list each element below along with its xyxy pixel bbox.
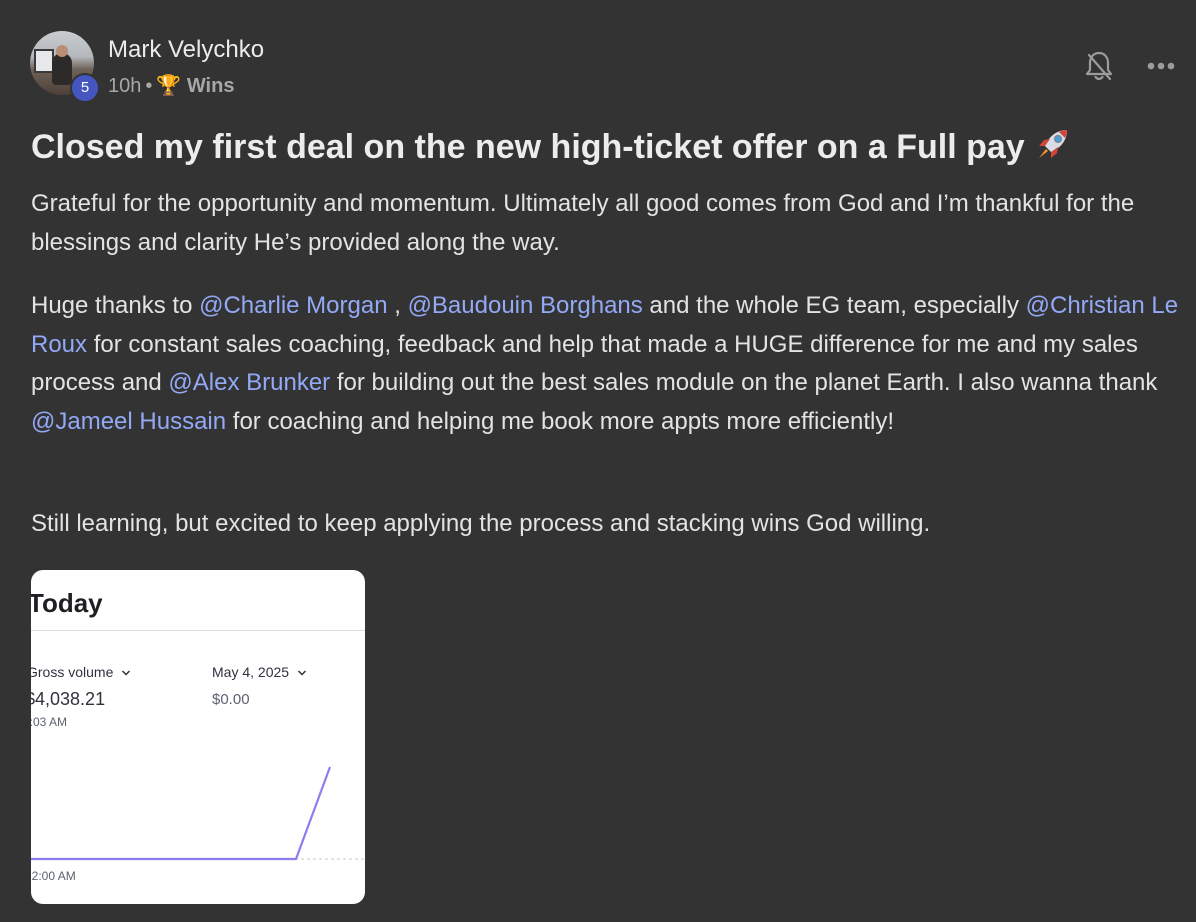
paragraph-text: Huge thanks to @Charlie Morgan , @Baudou… <box>31 287 1181 441</box>
chevron-down-icon <box>297 670 306 676</box>
author-name[interactable]: Mark Velychko <box>108 36 264 64</box>
level-badge: 5 <box>70 73 100 103</box>
bell-muted-icon <box>1085 51 1113 81</box>
image-attachment[interactable]: Today Gross volume $4,038.21 2:03 AM May… <box>31 570 365 904</box>
metric-value: $4,038.21 <box>31 689 106 709</box>
author-avatar[interactable]: 5 <box>30 31 100 103</box>
post-paragraph-3: Still learning, but excited to keep appl… <box>31 505 1181 544</box>
category-link[interactable]: Wins <box>187 75 235 97</box>
compare-value: $0.00 <box>212 691 250 708</box>
text-segment: for coaching and helping me book more ap… <box>226 407 895 435</box>
text-segment: , <box>387 292 408 319</box>
mention-jameel-hussain[interactable]: @Jameel Hussain <box>31 408 226 435</box>
more-horizontal-icon <box>1147 62 1175 70</box>
post-title: Closed my first deal on the new high-tic… <box>31 124 1073 167</box>
chart-series-line <box>31 766 332 861</box>
attachment-heading: Today <box>31 588 103 618</box>
mention-baudouin-borghans[interactable]: @Baudouin Borghans <box>408 292 643 319</box>
notification-bell-button[interactable] <box>1082 48 1116 84</box>
mention-charlie-morgan[interactable]: @Charlie Morgan <box>199 292 387 319</box>
metric-time: 2:03 AM <box>31 715 68 729</box>
paragraph-text: Still learning, but excited to keep appl… <box>31 510 931 537</box>
post-paragraph-1: Grateful for the opportunity and momentu… <box>31 185 1181 262</box>
rocket-emoji-icon <box>1038 130 1067 158</box>
more-options-button[interactable] <box>1144 52 1180 80</box>
attachment-divider <box>31 630 365 631</box>
post-title-text: Closed my first deal on the new high-tic… <box>31 128 1025 166</box>
mention-alex-brunker[interactable]: @Alex Brunker <box>168 369 330 396</box>
metric-label: Gross volume <box>31 664 131 680</box>
paragraph-text: Grateful for the opportunity and momentu… <box>31 190 1135 256</box>
text-segment: and the whole EG team, especially <box>642 292 1026 319</box>
compare-label: May 4, 2025 <box>212 664 307 680</box>
gross-volume-chart <box>31 766 365 861</box>
trophy-icon: 🏆 <box>156 75 182 97</box>
meta-separator: • <box>145 75 153 97</box>
post-paragraph-2: Huge thanks to @Charlie Morgan , @Baudou… <box>31 287 1181 441</box>
post-card: 5 Mark Velychko 10h • 🏆 Wins Closed my fir… <box>0 0 1196 922</box>
post-time: 10h <box>108 75 142 97</box>
metric-label-text: Gross volume <box>31 664 114 680</box>
x-axis-start-label: 12:00 AM <box>31 869 76 883</box>
compare-label-text: May 4, 2025 <box>212 664 290 680</box>
chevron-down-icon <box>122 670 131 676</box>
text-segment: for building out the best sales module o… <box>330 369 1158 396</box>
post-meta: 10h • 🏆 Wins <box>108 73 234 98</box>
text-segment: Huge thanks to <box>31 292 200 319</box>
